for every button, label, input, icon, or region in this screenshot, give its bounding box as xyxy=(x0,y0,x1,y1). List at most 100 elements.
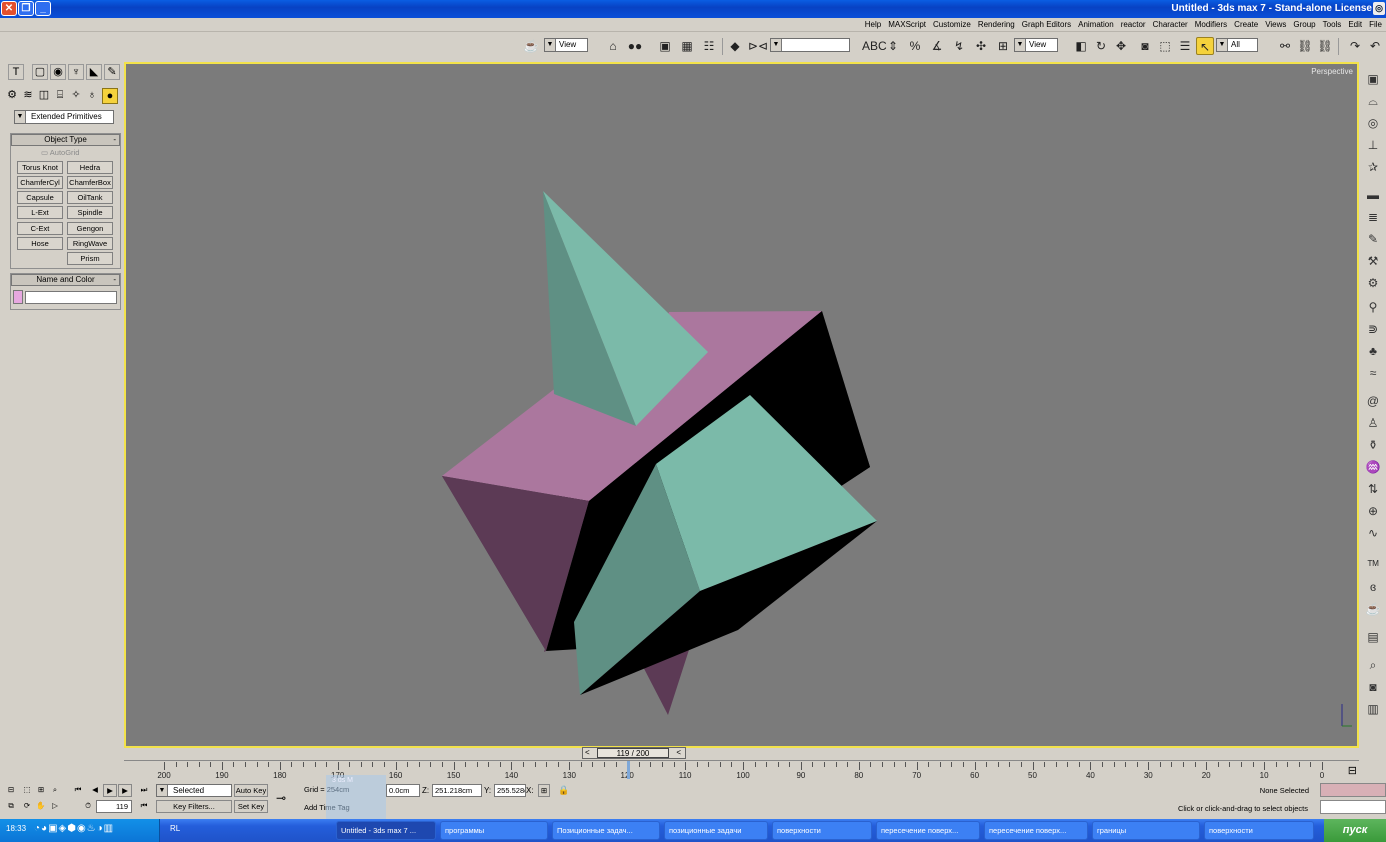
mirror-icon[interactable]: ⊳⊲ xyxy=(748,37,768,55)
zoom-icon[interactable]: ⌕ xyxy=(48,784,62,797)
maximize-viewport-icon[interactable]: ⧉ xyxy=(4,800,18,813)
selection-filter-dropdown[interactable]: ▼ All xyxy=(1216,38,1258,52)
pivot-center-icon[interactable]: ⊞ xyxy=(994,37,1012,55)
modify-tab-icon[interactable]: ◣ xyxy=(86,64,102,80)
helpers-icon[interactable]: ◫ xyxy=(36,88,52,104)
lock-selection-icon[interactable]: 🔒 xyxy=(558,785,569,796)
display-tab-icon[interactable]: ▢ xyxy=(32,64,48,80)
ringwave-button[interactable]: RingWave xyxy=(67,237,113,250)
star-icon[interactable]: ✰ xyxy=(1364,158,1382,176)
figure-icon[interactable]: ♙ xyxy=(1364,414,1382,432)
arc-rotate-icon[interactable]: ⟳ xyxy=(20,800,34,813)
hierarchy-icon[interactable]: ⚲ xyxy=(1364,298,1382,316)
time-marker[interactable] xyxy=(627,761,630,779)
y-coordinate-field[interactable]: 251.218cm xyxy=(432,784,482,797)
systems-icon[interactable]: ⚙ xyxy=(4,88,20,104)
play-icon[interactable]: ▶ xyxy=(103,784,117,797)
tree-icon[interactable]: ♣ xyxy=(1364,342,1382,360)
taskbar-item-programs[interactable]: программы xyxy=(440,821,548,840)
align-icon[interactable]: ◆ xyxy=(726,37,744,55)
text-icon[interactable]: ᵀᴹ xyxy=(1364,556,1382,574)
taskbar-item-surfaces[interactable]: поверхности xyxy=(1204,821,1314,840)
pan-icon[interactable]: ✋ xyxy=(34,800,48,813)
rectangular-selection-icon[interactable]: ⬚ xyxy=(1156,37,1174,55)
menu-rendering[interactable]: Rendering xyxy=(978,20,1015,29)
brush-icon[interactable]: ✎ xyxy=(1364,230,1382,248)
taskbar-item-surfaces-2[interactable]: поверхности xyxy=(772,821,872,840)
polyhedron-object[interactable] xyxy=(442,191,877,715)
curve-icon[interactable]: ∿ xyxy=(1364,524,1382,542)
move-icon[interactable]: ✥ xyxy=(1112,37,1130,55)
teapot-icon[interactable]: ☕ xyxy=(1364,600,1382,618)
hedra-button[interactable]: Hedra xyxy=(67,161,113,174)
set-key-icon[interactable]: ⊸ xyxy=(276,791,286,805)
clock[interactable]: 18:33 xyxy=(6,824,26,833)
gengon-button[interactable]: Gengon xyxy=(67,222,113,235)
field-of-view-icon[interactable]: ▷ xyxy=(48,800,62,813)
tray-icons[interactable]: ◔◕▣◈⬢◉♨◑▥ xyxy=(34,823,114,834)
time-slider-label[interactable]: 119 / 200 xyxy=(597,748,669,758)
select-link-icon[interactable]: ⛓ xyxy=(1316,37,1334,55)
maxscript-input-field[interactable] xyxy=(1320,800,1386,814)
menu-animation[interactable]: Animation xyxy=(1078,20,1114,29)
wrench-icon[interactable]: ⚒ xyxy=(1364,252,1382,270)
layer-manager-icon[interactable]: ☷ xyxy=(700,37,718,55)
set-key-button[interactable]: Set Key xyxy=(234,800,268,813)
arrows-icon[interactable]: ⇅ xyxy=(1364,480,1382,498)
create-tab-icon[interactable]: ✎ xyxy=(104,64,120,80)
key-filters-button[interactable]: Key Filters... xyxy=(156,800,232,813)
taskbar-item-borders[interactable]: границы xyxy=(1092,821,1200,840)
rotate-icon[interactable]: ↻ xyxy=(1092,37,1110,55)
menu-file[interactable]: File xyxy=(1369,20,1382,29)
hierarchy-tab-icon[interactable]: ♆ xyxy=(68,64,84,80)
plane-icon[interactable]: ⊥ xyxy=(1364,136,1382,154)
menu-graph-editors[interactable]: Graph Editors xyxy=(1022,20,1071,29)
c-ext-button[interactable]: C-Ext xyxy=(17,222,63,235)
close-icon[interactable]: ✕ xyxy=(1,1,17,16)
window-crossing-icon[interactable]: ◙ xyxy=(1136,37,1154,55)
select-object-icon[interactable]: ↖ xyxy=(1196,37,1214,55)
geometry-icon[interactable]: ● xyxy=(102,88,118,104)
cup-icon[interactable]: ⚱ xyxy=(1364,436,1382,454)
l-ext-button[interactable]: L-Ext xyxy=(17,206,63,219)
scale-icon[interactable]: ◧ xyxy=(1072,37,1090,55)
taskbar-item-intersection-1[interactable]: пересечение поверх... xyxy=(984,821,1088,840)
spindle-button[interactable]: Spindle xyxy=(67,206,113,219)
language-indicator[interactable]: RL xyxy=(170,824,180,833)
key-mode-dropdown[interactable]: ▼ Selected xyxy=(156,784,232,797)
gear-icon[interactable]: ⚙ xyxy=(1364,274,1382,292)
track-bar[interactable]: 0102030405060708090100110120130140150160… xyxy=(124,760,1359,780)
select-by-name-icon[interactable]: ☰ xyxy=(1176,37,1194,55)
perspective-viewport[interactable]: Perspective xyxy=(124,62,1359,748)
render-scene-icon[interactable]: ⌂ xyxy=(604,37,622,55)
menu-character[interactable]: Character xyxy=(1153,20,1188,29)
track-filter-icon[interactable]: ⊟ xyxy=(1348,764,1357,777)
container-icon[interactable]: ▣ xyxy=(1364,70,1382,88)
utilities-tab-icon[interactable]: T xyxy=(8,64,24,80)
cameras-icon[interactable]: ⌸ xyxy=(52,88,68,104)
goto-start-icon[interactable]: ⏮ xyxy=(70,784,86,797)
goto-end-icon[interactable]: ⏭ xyxy=(136,784,152,797)
maxscript-listener-field[interactable] xyxy=(1320,783,1386,797)
zoom-all-icon[interactable]: ⊞ xyxy=(34,784,48,797)
time-config-icon[interactable]: ⏱ xyxy=(82,800,94,813)
prism-button[interactable]: Prism xyxy=(67,252,113,265)
chamfercyl-button[interactable]: ChamferCyl xyxy=(17,176,63,189)
object-type-header[interactable]: Object Type - xyxy=(11,134,120,146)
layers-icon[interactable]: ≣ xyxy=(1364,208,1382,226)
fish-icon[interactable]: ⋑ xyxy=(1364,320,1382,338)
redo-icon[interactable]: ↷ xyxy=(1346,37,1364,55)
chamferbox-button[interactable]: ChamferBox xyxy=(67,176,113,189)
spiral-icon[interactable]: @ xyxy=(1364,392,1382,410)
schematic-view-icon[interactable]: ▣ xyxy=(656,37,674,55)
start-button[interactable]: пуск xyxy=(1324,819,1386,842)
current-frame-field[interactable]: 119 xyxy=(96,800,132,813)
menu-help[interactable]: Help xyxy=(865,20,881,29)
restore-icon[interactable]: ❐ xyxy=(18,1,34,16)
motion-tab-icon[interactable]: ◉ xyxy=(50,64,66,80)
menu-create[interactable]: Create xyxy=(1234,20,1258,29)
percent-snap-icon[interactable]: % xyxy=(906,37,924,55)
menu-edit[interactable]: Edit xyxy=(1348,20,1362,29)
film-icon[interactable]: ▥ xyxy=(1364,700,1382,718)
taskbar-item-3dsmax[interactable]: Untitled - 3ds max 7 ... xyxy=(336,821,436,840)
